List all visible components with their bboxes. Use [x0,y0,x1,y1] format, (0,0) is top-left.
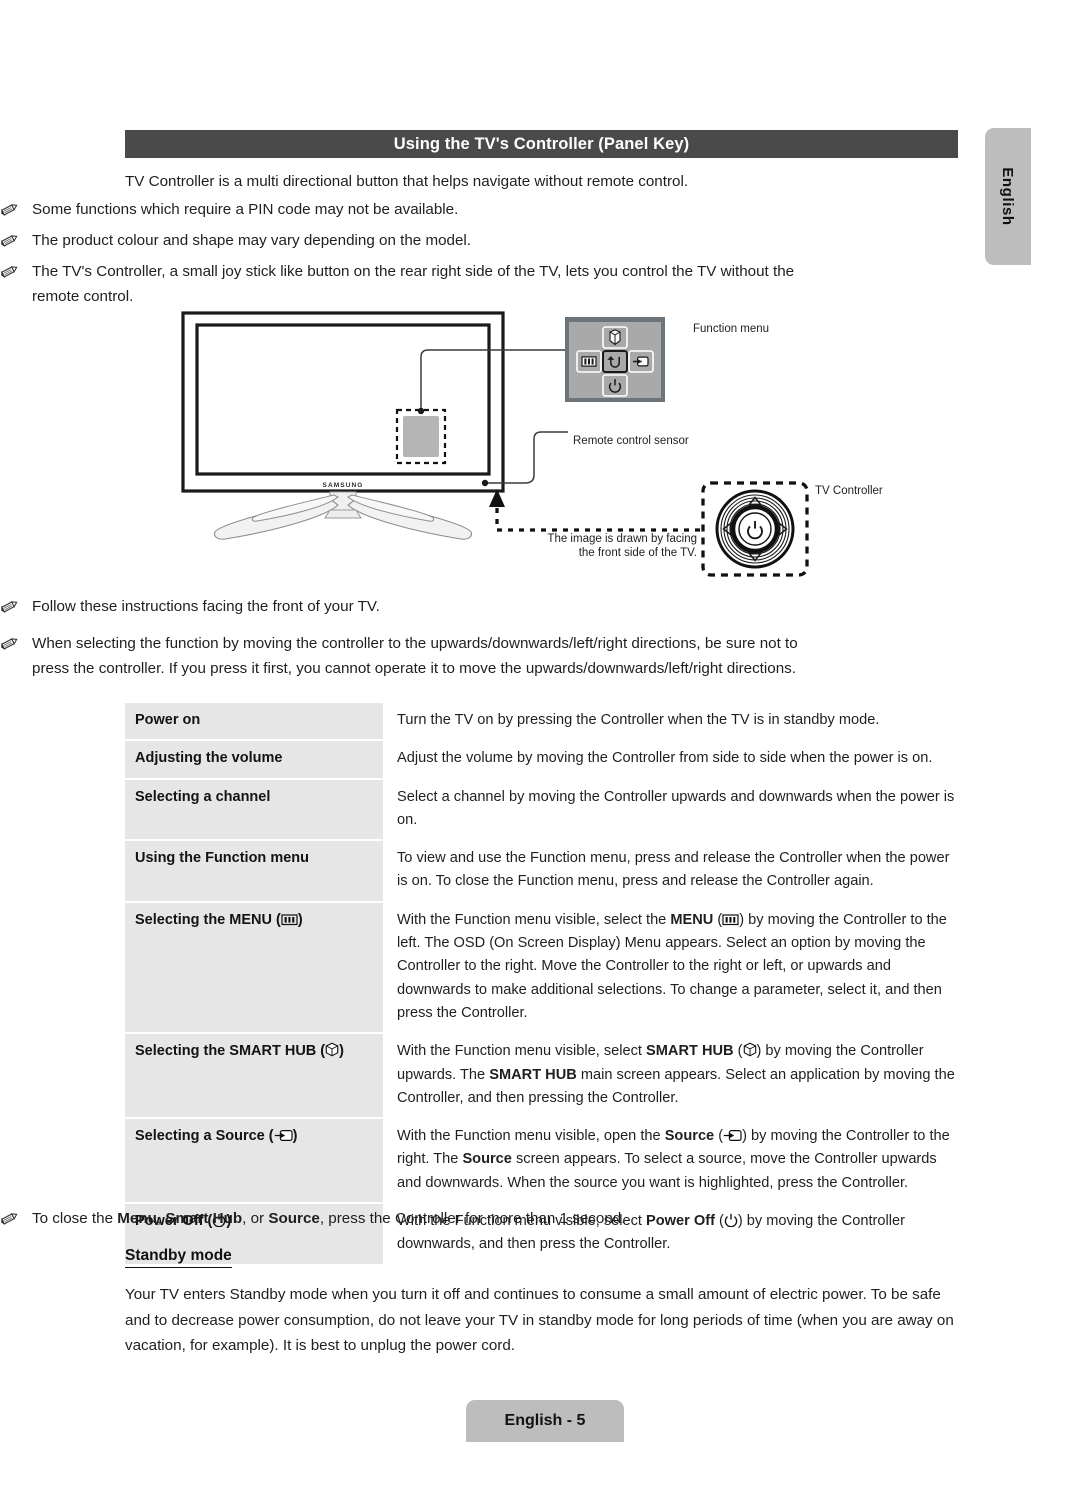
pencil-note-icon-glyph [1,638,18,651]
smart-hub-icon [743,1042,757,1057]
controller-location-highlight [395,408,447,465]
figure-label-function-menu: Function menu [693,323,770,335]
figure-label-remote-sensor: Remote control sensor [573,435,689,447]
page-number-label: English - 5 [504,1412,586,1429]
page-title: Using the TV's Controller (Panel Key) [393,134,690,153]
pencil-note-icon [0,263,20,279]
table-row-description: With the Function menu visible, select S… [397,1042,955,1106]
leader-dot [481,479,489,487]
table-row: Using the Function menu To view and use t… [125,841,958,901]
menu-icon [581,356,597,367]
figure-label-tv-controller: TV Controller [815,485,883,497]
pencil-note-icon [0,201,20,217]
note-item: The product colour and shape may vary de… [0,229,833,254]
tv-controller-figure: SAMSUNG Function menu Remote control sen… [125,305,958,580]
front-facing-arrow [495,505,700,532]
note-text: Some functions which require a PIN code … [32,201,459,218]
note-text: To close the Menu, Smart Hub, or Source,… [32,1210,626,1227]
pencil-note-icon-glyph [1,266,18,279]
table-row: Selecting a Source () With the Function m… [125,1119,958,1203]
table-row-label: Power on [125,703,383,740]
pencil-note-icon-glyph [1,601,18,614]
table-row: Selecting a channel Select a channel by m… [125,779,958,840]
note-text: The TV's Controller, a small joy stick l… [32,263,795,305]
pencil-note-icon [0,598,20,614]
menu-icon [722,913,739,926]
source-icon [723,1129,742,1142]
pencil-note-icon-glyph [1,235,18,248]
controller-functions-table: Power on Turn the TV on by pressing the C… [125,703,958,1266]
pencil-note-icon [0,1210,20,1226]
function-menu-panel [565,317,665,402]
note-item: Some functions which require a PIN code … [0,198,833,223]
page-footer-tab: English - 5 [466,1400,624,1442]
table-row-label: Selecting the SMART HUB () [125,1034,383,1118]
tv-controller-detail [701,481,809,577]
pencil-note-icon [0,232,20,248]
table-row-description: Adjust the volume by moving the Controll… [397,750,933,767]
standby-heading: Standby mode [125,1247,232,1268]
smart-hub-icon [325,1042,339,1057]
table-row: Adjusting the volume Adjust the volume by… [125,741,958,778]
source-icon [274,1129,293,1142]
table-row: Selecting the SMART HUB () With the Funct… [125,1034,958,1118]
table-row-label: Using the Function menu [125,841,383,901]
note-text: When selecting the function by moving th… [32,635,798,677]
note-item: The TV's Controller, a small joy stick l… [0,260,833,309]
svg-text:SAMSUNG: SAMSUNG [323,482,364,489]
table-row-description: With the Function menu visible, select t… [397,911,947,1021]
table-row-description: Select a channel by moving the Controlle… [397,788,955,828]
note-item: Follow these instructions facing the fro… [0,595,833,620]
manual-page: English Using the TV's Controller (Panel… [0,0,1080,1494]
language-side-tab: English [985,128,1031,265]
table-row-description: To view and use the Function menu, press… [397,850,950,890]
table-row-description: Turn the TV on by pressing the Controlle… [397,712,880,728]
smart-hub-icon [609,329,621,346]
figure-caption-line1: The image is drawn by facing [547,533,697,545]
table-row-label: Selecting a Source () [125,1119,383,1203]
note-item: When selecting the function by moving th… [0,632,833,681]
pencil-note-icon-glyph [1,204,18,217]
standby-body: Your TV enters Standby mode when you tur… [125,1286,954,1354]
section-title-bar: Using the TV's Controller (Panel Key) [125,130,958,158]
pencil-note-icon [0,635,20,651]
pencil-note-icon-glyph [1,1213,18,1226]
table-row-label: Selecting the MENU () [125,902,383,1033]
note-text: The product colour and shape may vary de… [32,232,472,249]
tv-illustration: SAMSUNG [181,311,505,540]
language-side-tab-label: English [999,167,1017,226]
figure-caption-line2: the front side of the TV. [578,547,697,559]
table-row-label: Adjusting the volume [125,741,383,778]
table-row-label: Selecting a channel [125,779,383,840]
intro-paragraph: TV Controller is a multi directional but… [125,173,689,190]
table-row: Selecting the MENU () With the Function m… [125,902,958,1033]
table-row-description: With the Function menu visible, open the… [397,1128,950,1191]
menu-icon [281,913,298,926]
note-text: Follow these instructions facing the fro… [32,598,380,615]
leader-dot [417,407,425,415]
table-row: Power on Turn the TV on by pressing the C… [125,703,958,740]
note-item: To close the Menu, Smart Hub, or Source,… [0,1207,833,1232]
